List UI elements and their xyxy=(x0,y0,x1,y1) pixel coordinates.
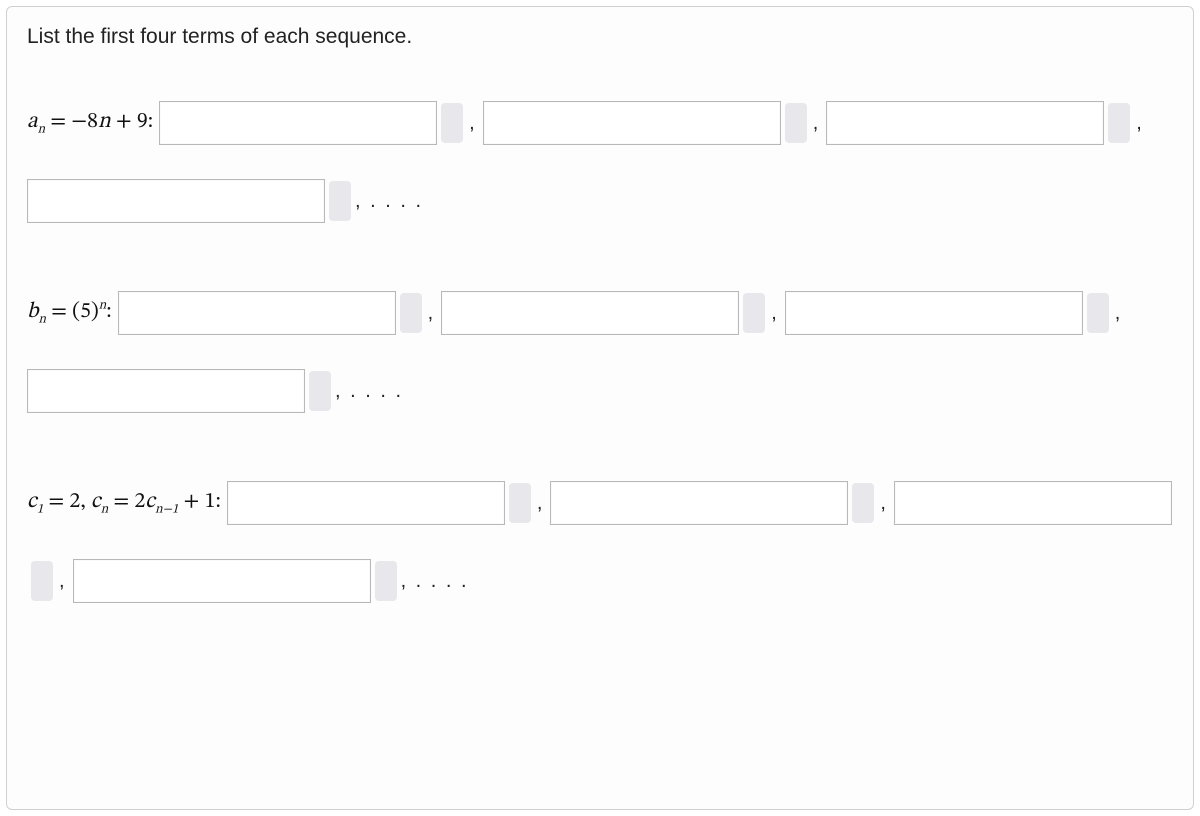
preview-box xyxy=(852,483,874,523)
answer-a-1[interactable] xyxy=(159,101,437,145)
answer-c-3[interactable] xyxy=(894,481,1172,525)
answer-b-3[interactable] xyxy=(785,291,1083,335)
answer-a-2[interactable] xyxy=(483,101,781,145)
comma-separator: , xyxy=(469,112,475,135)
answer-c-4[interactable] xyxy=(73,559,371,603)
preview-box xyxy=(1087,293,1109,333)
ellipsis: , . . . . xyxy=(355,190,423,213)
sequence-c-row: c1 = 2, cn = 2cn−1 + 1: , , , , . . . . xyxy=(27,481,1173,603)
sequence-b-block: bn = (5)n: , , , , . . . . xyxy=(27,291,1173,413)
answer-c-1[interactable] xyxy=(227,481,505,525)
ellipsis: , . . . . xyxy=(335,380,403,403)
answer-a-4[interactable] xyxy=(27,179,325,223)
preview-box xyxy=(1108,103,1130,143)
question-panel: List the first four terms of each sequen… xyxy=(6,6,1194,810)
preview-box xyxy=(31,561,53,601)
comma-separator: , xyxy=(537,492,543,515)
formula-b: bn = (5)n: xyxy=(27,298,112,328)
sequence-a-row: an = −8n + 9: , , , , . . . . xyxy=(27,101,1173,223)
preview-box xyxy=(309,371,331,411)
answer-b-1[interactable] xyxy=(118,291,396,335)
answer-a-3[interactable] xyxy=(826,101,1104,145)
sequence-c-block: c1 = 2, cn = 2cn−1 + 1: , , , , . . . . xyxy=(27,481,1173,603)
preview-box xyxy=(375,561,397,601)
comma-separator: , xyxy=(428,302,434,325)
comma-separator: , xyxy=(1136,112,1142,135)
comma-separator: , xyxy=(813,112,819,135)
preview-box xyxy=(785,103,807,143)
question-prompt: List the first four terms of each sequen… xyxy=(27,25,1173,49)
sequence-a-block: an = −8n + 9: , , , , . . . . xyxy=(27,101,1173,223)
formula-a: an = −8n + 9: xyxy=(27,108,153,138)
sequence-b-row: bn = (5)n: , , , , . . . . xyxy=(27,291,1173,413)
preview-box xyxy=(400,293,422,333)
comma-separator: , xyxy=(59,570,65,593)
comma-separator: , xyxy=(1115,302,1121,325)
formula-c: c1 = 2, cn = 2cn−1 + 1: xyxy=(27,488,221,518)
answer-b-2[interactable] xyxy=(441,291,739,335)
comma-separator: , xyxy=(771,302,777,325)
answer-b-4[interactable] xyxy=(27,369,305,413)
ellipsis: , . . . . xyxy=(401,570,469,593)
answer-c-2[interactable] xyxy=(550,481,848,525)
comma-separator: , xyxy=(880,492,886,515)
preview-box xyxy=(441,103,463,143)
preview-box xyxy=(329,181,351,221)
preview-box xyxy=(509,483,531,523)
preview-box xyxy=(743,293,765,333)
